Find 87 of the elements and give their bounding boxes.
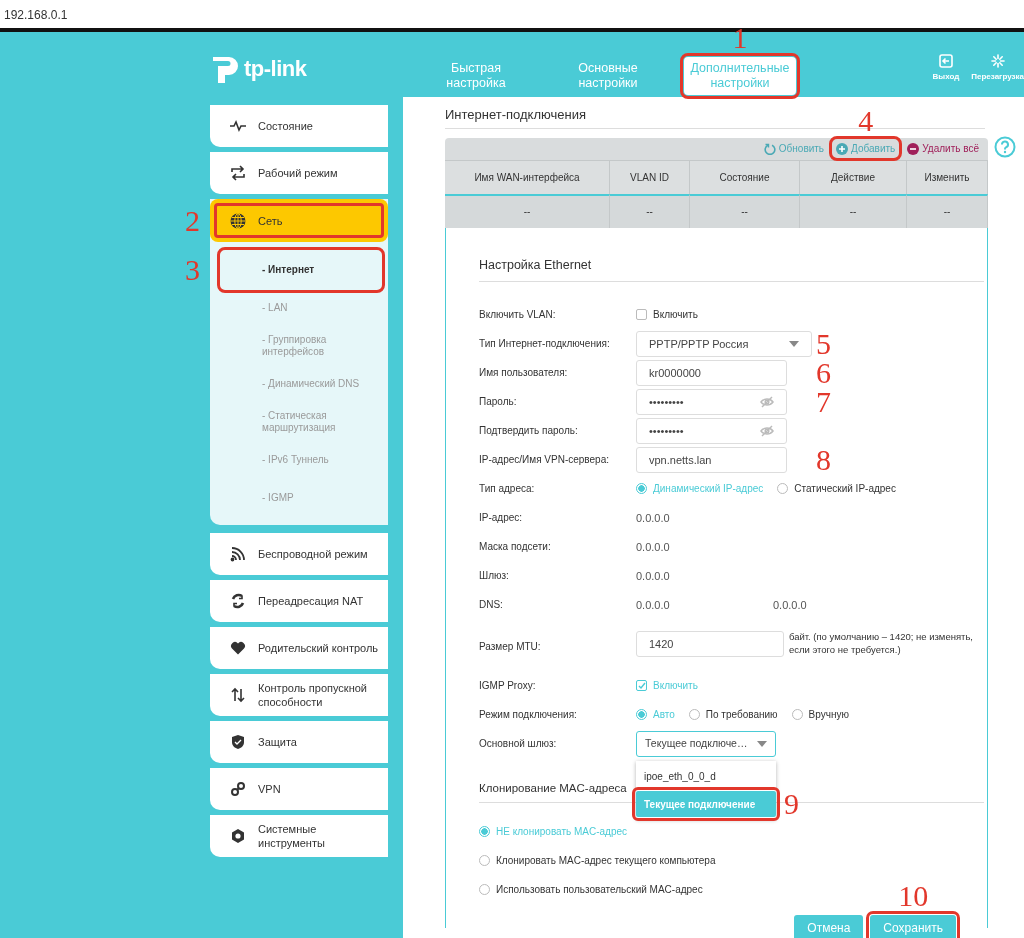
help-icon[interactable] xyxy=(994,136,1016,158)
eye-slash-icon[interactable] xyxy=(760,424,774,437)
field-label: Включить VLAN: xyxy=(479,308,557,323)
annotation-number: 8 xyxy=(816,444,831,475)
swap-arrows-icon xyxy=(230,165,246,181)
sidebar-item[interactable]: Рабочий режим xyxy=(210,152,388,194)
field-value: 0.0.0.0 xyxy=(773,597,808,613)
radio-option[interactable]: Использовать пользовательский MAC-адрес xyxy=(479,881,703,897)
shield-icon xyxy=(230,734,246,750)
sidebar-item[interactable]: Родительский контроль xyxy=(210,627,388,669)
field-label: Пароль: xyxy=(479,395,518,410)
field-label: Шлюз: xyxy=(479,569,510,584)
sidebar-item[interactable]: VPN xyxy=(210,768,388,810)
field-value: 0.0.0.0 xyxy=(636,568,671,584)
section-title: Настройка Ethernet xyxy=(479,255,984,283)
logo-text: tp-link xyxy=(244,55,307,83)
column-header: Действие xyxy=(800,159,907,194)
column-header: Состояние xyxy=(690,159,800,194)
delete-button[interactable]: Удалить всё xyxy=(904,140,982,157)
table-cell: -- xyxy=(610,193,690,228)
radio-option[interactable]: Клонировать MAC-адрес текущего компьютера xyxy=(479,852,716,868)
wireless-icon xyxy=(230,546,246,562)
field-label: Режим подключения: xyxy=(479,708,578,723)
field-value: 0.0.0.0 xyxy=(636,597,671,613)
url-text: 192.168.0.1 xyxy=(4,7,68,24)
input-field[interactable]: kr0000000 xyxy=(636,359,787,386)
add-icon xyxy=(836,142,849,155)
checkbox-option[interactable]: Включить xyxy=(636,307,698,323)
globe-icon xyxy=(230,212,246,229)
field-label: Тип адреса: xyxy=(479,482,536,497)
radio-option[interactable]: По требованию xyxy=(688,707,778,723)
field-label: Основной шлюз: xyxy=(479,737,558,752)
field-label: Размер MTU: xyxy=(479,640,542,655)
sidebar-item[interactable]: Контроль пропускной способности xyxy=(210,674,388,716)
sidebar-item[interactable]: Состояние xyxy=(210,105,388,147)
refresh-icon xyxy=(763,142,776,155)
annotation-number: 6 xyxy=(816,357,831,388)
caret-icon xyxy=(789,340,799,347)
circular-arrows-icon xyxy=(230,593,246,609)
table-cell: -- xyxy=(445,193,610,228)
sidebar-item[interactable]: Беспроводной режим xyxy=(210,533,388,575)
caret-icon xyxy=(757,740,767,747)
up-down-arrows-icon xyxy=(230,687,246,703)
column-header: Изменить xyxy=(907,159,988,194)
sidebar-item[interactable]: Переадресация NAT xyxy=(210,580,388,622)
field-label: Тип Интернет-подключения: xyxy=(479,337,611,352)
check-icon xyxy=(637,681,646,690)
field-label: IGMP Proxy: xyxy=(479,679,537,694)
gear-icon xyxy=(230,828,246,844)
field-label: DNS: xyxy=(479,598,504,613)
annotation-number: 4 xyxy=(858,106,874,136)
input-field[interactable]: 1420 xyxy=(636,631,784,658)
field-label: Подтвердить пароль: xyxy=(479,424,579,439)
sidebar-item[interactable]: Сеть xyxy=(210,199,388,242)
annotation-number: 2 xyxy=(185,205,200,236)
hint-text: байт. (по умолчанию – 1420; не изменять, если этого не требуется.) xyxy=(788,631,974,657)
field-label: IP-адрес: xyxy=(479,511,524,526)
table-cell: -- xyxy=(690,193,800,228)
heart-icon xyxy=(230,640,246,656)
annotation-number: 3 xyxy=(185,255,200,285)
field-value: 0.0.0.0 xyxy=(636,539,671,555)
select-field[interactable]: Текущее подключе… xyxy=(636,730,776,757)
eye-slash-icon[interactable] xyxy=(760,395,774,408)
password-field[interactable]: ••••••••• xyxy=(636,388,787,415)
pulse-icon xyxy=(230,118,246,134)
annotation-number: 10 xyxy=(898,880,929,911)
reboot-icon[interactable] xyxy=(990,54,1005,68)
table-cell: -- xyxy=(800,193,907,228)
field-label: Маска подсети: xyxy=(479,540,552,555)
field-label: Имя пользователя: xyxy=(479,366,569,381)
table-cell: -- xyxy=(907,193,988,228)
password-field[interactable]: ••••••••• xyxy=(636,417,787,444)
radio-option[interactable]: Вручную xyxy=(791,707,849,723)
logout-icon[interactable] xyxy=(938,54,953,68)
select-field[interactable]: PPTP/PPTP Россия xyxy=(636,330,812,357)
column-header: VLAN ID xyxy=(610,159,690,194)
input-field[interactable]: vpn.netts.lan xyxy=(636,446,787,473)
sidebar-item[interactable]: Защита xyxy=(210,721,388,763)
remove-icon xyxy=(907,142,920,155)
radio-option[interactable]: Статический IP-адрес xyxy=(777,481,896,497)
annotation-number: 7 xyxy=(816,386,831,417)
chain-link-icon xyxy=(230,781,246,797)
annotation-number: 5 xyxy=(816,328,831,359)
column-header: Имя WAN-интерфейса xyxy=(445,159,610,194)
field-label: IP-адрес/Имя VPN-сервера: xyxy=(479,453,610,468)
field-value: 0.0.0.0 xyxy=(636,510,671,526)
sidebar-item[interactable]: Системные инструменты xyxy=(210,815,388,857)
